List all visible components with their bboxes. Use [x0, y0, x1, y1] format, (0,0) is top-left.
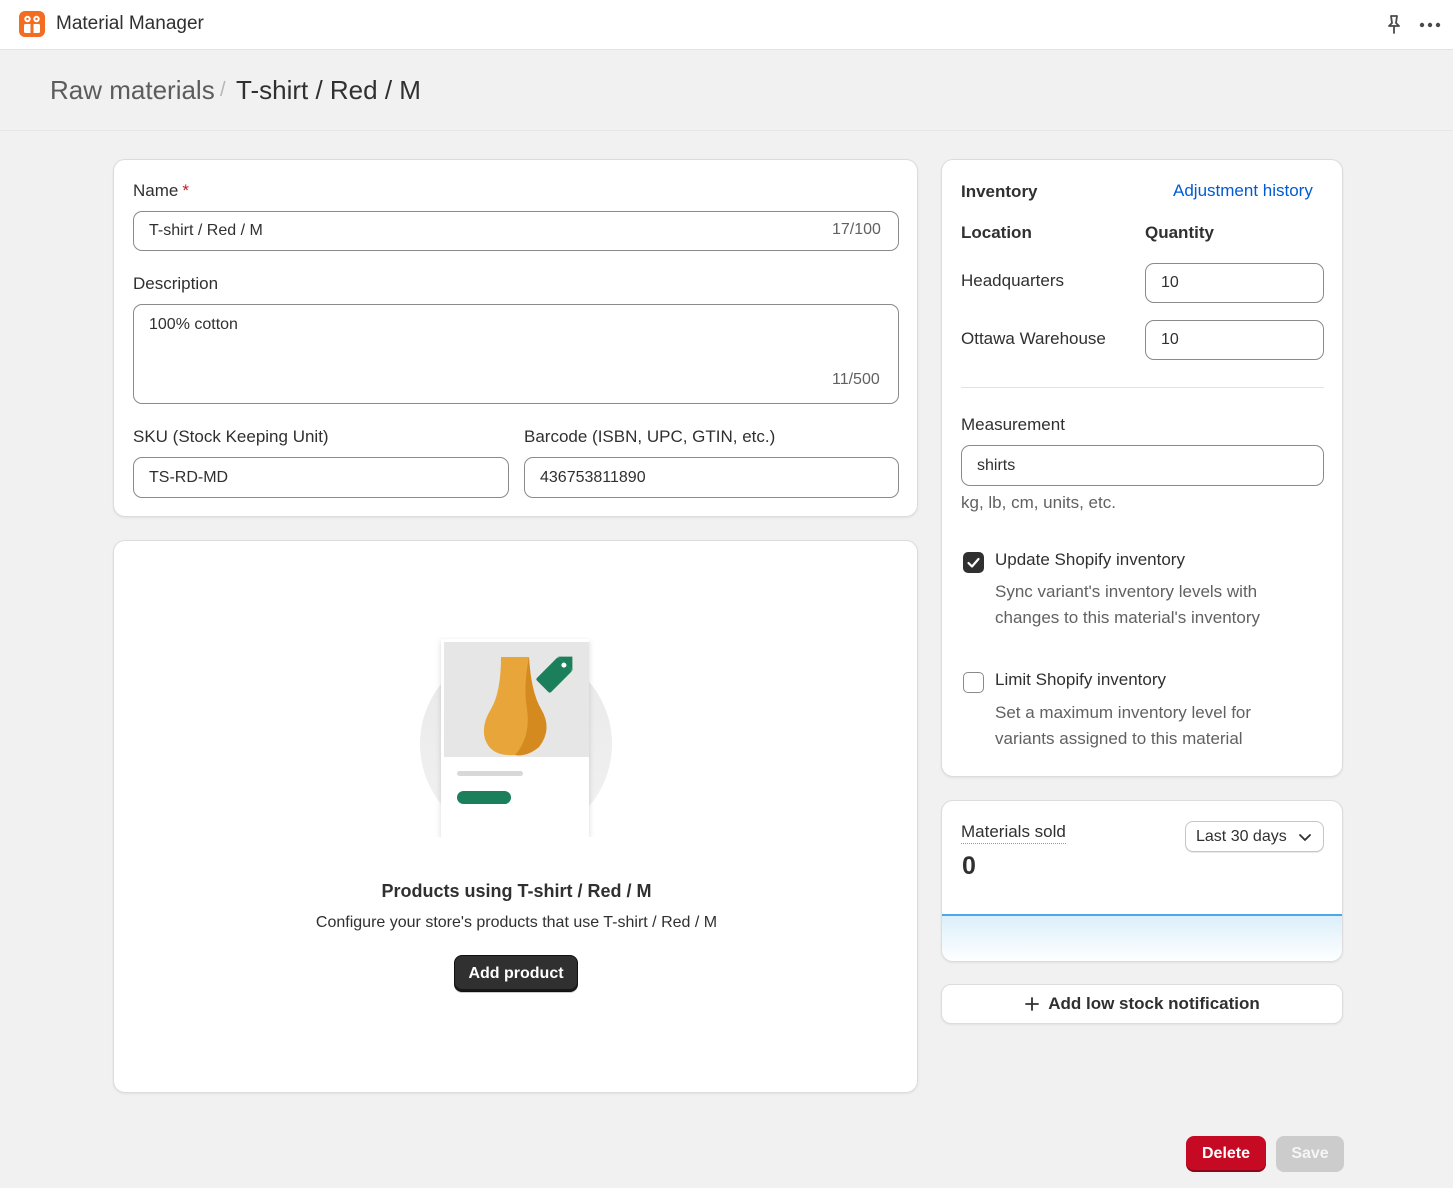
add-product-button[interactable]: Add product	[454, 955, 578, 992]
adjustment-history-link[interactable]: Adjustment history	[1173, 181, 1313, 201]
name-label: Name *	[133, 181, 189, 200]
product-illustration	[419, 637, 614, 840]
details-card: Name * T-shirt / Red / M 17/100 Descripti…	[113, 159, 918, 517]
measurement-value: shirts	[977, 456, 1016, 474]
update-shopify-inventory-checkbox[interactable]	[963, 552, 984, 573]
name-input-value: T-shirt / Red / M	[149, 222, 263, 239]
name-char-counter: 17/100	[832, 221, 881, 238]
quantity-value: 10	[1161, 274, 1179, 291]
app-logo-icon	[19, 11, 45, 37]
breadcrumb-separator: /	[220, 79, 226, 101]
more-options-icon[interactable]	[1418, 14, 1442, 36]
required-marker: *	[182, 181, 189, 200]
delete-button[interactable]: Delete	[1186, 1136, 1266, 1172]
materials-sold-value: 0	[962, 852, 976, 880]
barcode-input[interactable]: 436753811890	[524, 457, 899, 498]
period-select[interactable]: Last 30 days	[1185, 821, 1324, 852]
location-name: Headquarters	[961, 271, 1065, 290]
materials-sold-title[interactable]: Materials sold	[961, 822, 1066, 844]
pin-icon[interactable]	[1384, 14, 1404, 36]
description-value: 100% cotton	[149, 316, 238, 333]
period-select-value: Last 30 days	[1196, 827, 1287, 845]
inventory-title: Inventory	[961, 182, 1038, 201]
app-topbar: Material Manager	[0, 0, 1453, 50]
chevron-down-icon	[1299, 834, 1311, 841]
sku-value: TS-RD-MD	[149, 468, 229, 486]
barcode-label: Barcode (ISBN, UPC, GTIN, etc.)	[524, 427, 776, 446]
update-shopify-inventory-label[interactable]: Update Shopify inventory	[995, 550, 1185, 570]
inventory-divider	[961, 387, 1324, 388]
add-low-stock-notification-button[interactable]: Add low stock notification	[941, 984, 1343, 1024]
update-shopify-inventory-help: Sync variant's inventory levels with cha…	[995, 582, 1260, 627]
description-textarea[interactable]: 100% cotton	[133, 304, 899, 404]
limit-shopify-inventory-checkbox[interactable]	[963, 672, 984, 693]
measurement-hint: kg, lb, cm, units, etc.	[961, 493, 1116, 512]
sku-label: SKU (Stock Keeping Unit)	[133, 427, 329, 446]
measurement-label: Measurement	[961, 415, 1065, 434]
save-button[interactable]: Save	[1276, 1136, 1344, 1172]
add-low-stock-notification-label: Add low stock notification	[1048, 994, 1260, 1013]
limit-shopify-inventory-label[interactable]: Limit Shopify inventory	[995, 670, 1166, 690]
products-title: Products using T-shirt / Red / M	[381, 881, 652, 901]
plus-icon	[1025, 997, 1040, 1011]
checkmark-icon	[967, 557, 980, 568]
barcode-value: 436753811890	[540, 468, 646, 486]
sparkline-chart	[942, 914, 1342, 961]
quantity-column-header: Quantity	[1145, 223, 1214, 242]
materials-sold-card: Materials sold 0 Last 30 days	[941, 800, 1343, 962]
page-header: Raw materials / T-shirt / Red / M	[0, 51, 1453, 131]
products-card: Products using T-shirt / Red / M Configu…	[113, 540, 918, 1093]
page-title: T-shirt / Red / M	[236, 75, 421, 105]
measurement-input[interactable]: shirts	[961, 445, 1324, 486]
location-column-header: Location	[961, 223, 1032, 242]
limit-shopify-inventory-help: Set a maximum inventory level for varian…	[995, 703, 1252, 748]
sku-input[interactable]: TS-RD-MD	[133, 457, 509, 498]
products-description: Configure your store's products that use…	[315, 914, 718, 931]
quantity-input-ottawa-warehouse[interactable]: 10	[1145, 320, 1324, 360]
location-name: Ottawa Warehouse	[961, 329, 1106, 348]
breadcrumb-parent-link[interactable]: Raw materials	[50, 75, 215, 106]
description-label: Description	[133, 274, 219, 293]
quantity-input-headquarters[interactable]: 10	[1145, 263, 1324, 303]
description-char-counter: 11/500	[832, 371, 880, 388]
app-title: Material Manager	[56, 13, 204, 34]
inventory-card: Inventory Adjustment history Location Qu…	[941, 159, 1343, 777]
quantity-value: 10	[1161, 331, 1179, 348]
name-input[interactable]: T-shirt / Red / M	[133, 211, 899, 251]
